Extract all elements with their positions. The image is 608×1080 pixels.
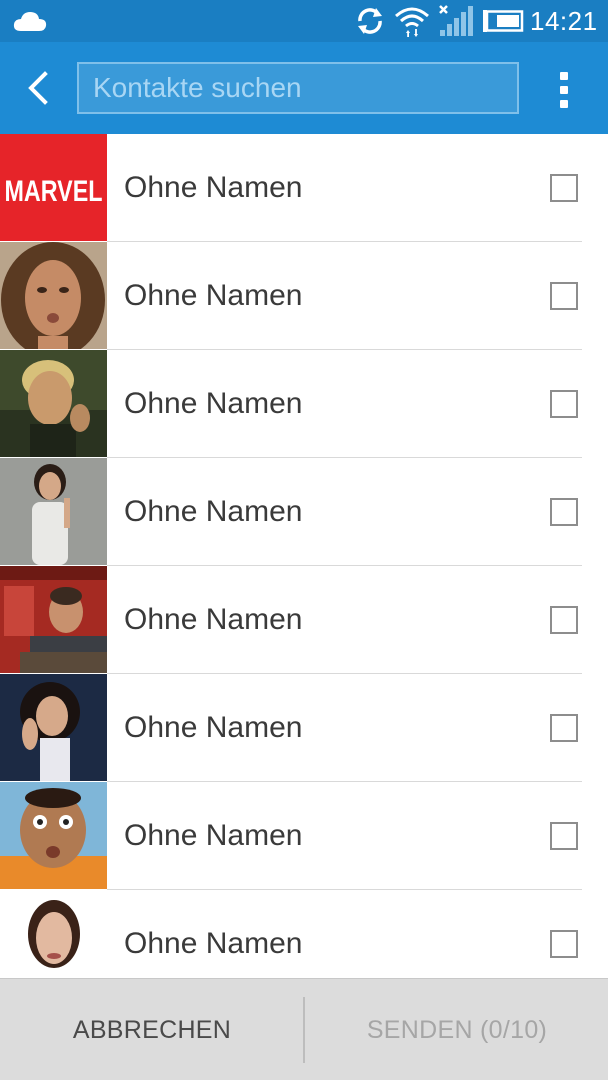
select-checkbox[interactable] — [550, 282, 578, 310]
status-bar: 14:21 — [0, 0, 608, 42]
contact-avatar — [0, 674, 107, 781]
select-checkbox[interactable] — [550, 498, 578, 526]
select-checkbox[interactable] — [550, 390, 578, 418]
status-time: 14:21 — [530, 6, 598, 36]
contact-avatar — [0, 566, 107, 673]
search-field[interactable] — [77, 62, 519, 114]
contact-name: Ohne Namen — [124, 603, 303, 636]
contact-avatar — [0, 350, 107, 457]
select-checkbox[interactable] — [550, 714, 578, 742]
contact-avatar — [0, 782, 107, 889]
overflow-menu-icon[interactable] — [548, 70, 580, 110]
menu-dot — [560, 100, 568, 108]
battery-icon — [483, 10, 524, 32]
search-input[interactable] — [93, 72, 503, 104]
menu-dot — [560, 86, 568, 94]
select-checkbox[interactable] — [550, 174, 578, 202]
sync-icon — [358, 8, 382, 34]
contact-name: Ohne Namen — [124, 711, 303, 744]
contact-avatar — [0, 242, 107, 349]
contact-avatar — [0, 890, 107, 978]
contact-name: Ohne Namen — [124, 387, 303, 420]
cancel-button[interactable]: ABBRECHEN — [0, 979, 304, 1080]
contact-row[interactable]: Ohne Namen — [0, 350, 608, 458]
cloud-icon — [13, 12, 47, 31]
back-icon[interactable] — [18, 66, 60, 110]
contact-name: Ohne Namen — [124, 819, 303, 852]
contact-list[interactable]: MARVEL Ohne Namen Ohne Namen Ohne Namen … — [0, 134, 608, 978]
contact-name: Ohne Namen — [124, 927, 303, 960]
contact-row[interactable]: Ohne Namen — [0, 242, 608, 350]
menu-dot — [560, 72, 568, 80]
contact-avatar-marvel: MARVEL — [0, 134, 107, 241]
select-checkbox[interactable] — [550, 822, 578, 850]
select-checkbox[interactable] — [550, 606, 578, 634]
contact-name: Ohne Namen — [124, 279, 303, 312]
wifi-icon — [395, 7, 429, 37]
contact-row[interactable]: Ohne Namen — [0, 890, 608, 978]
contact-avatar — [0, 458, 107, 565]
contact-row[interactable]: MARVEL Ohne Namen — [0, 134, 608, 242]
contact-row[interactable]: Ohne Namen — [0, 458, 608, 566]
select-checkbox[interactable] — [550, 930, 578, 958]
contact-row[interactable]: Ohne Namen — [0, 566, 608, 674]
contact-row[interactable]: Ohne Namen — [0, 674, 608, 782]
contact-picker-screen: 14:21 MARVEL Ohne Namen — [0, 0, 608, 1080]
bottom-action-bar: ABBRECHEN SENDEN (0/10) — [0, 978, 608, 1080]
signal-icon — [439, 5, 473, 36]
marvel-logo-text: MARVEL — [5, 175, 103, 208]
contact-name: Ohne Namen — [124, 171, 303, 204]
contact-name: Ohne Namen — [124, 495, 303, 528]
contact-row[interactable]: Ohne Namen — [0, 782, 608, 890]
send-button[interactable]: SENDEN (0/10) — [305, 979, 608, 1080]
app-bar — [0, 42, 608, 134]
